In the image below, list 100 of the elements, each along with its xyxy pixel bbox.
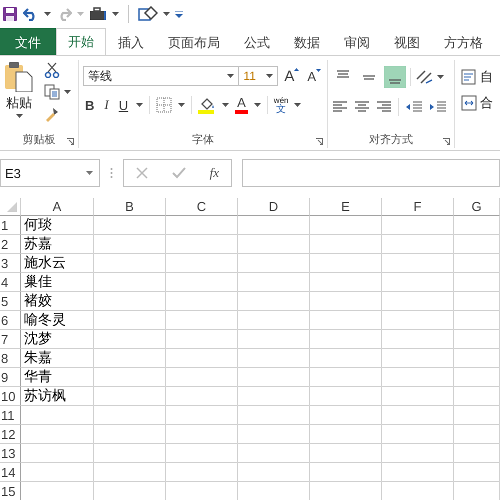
table-cell[interactable] xyxy=(166,349,238,368)
table-cell[interactable] xyxy=(166,368,238,387)
row-header[interactable]: 8 xyxy=(0,349,21,368)
table-cell[interactable] xyxy=(238,254,310,273)
enter-icon[interactable] xyxy=(172,167,186,179)
table-cell[interactable] xyxy=(454,368,500,387)
table-cell[interactable] xyxy=(310,216,382,235)
table-cell[interactable] xyxy=(238,463,310,482)
row-header[interactable]: 12 xyxy=(0,425,21,444)
table-cell[interactable] xyxy=(454,292,500,311)
table-cell[interactable] xyxy=(166,444,238,463)
table-cell[interactable] xyxy=(310,368,382,387)
table-cell[interactable] xyxy=(238,311,310,330)
shrink-font-button[interactable]: A xyxy=(305,68,323,84)
table-cell[interactable] xyxy=(94,444,166,463)
table-cell[interactable] xyxy=(382,387,454,406)
table-cell[interactable] xyxy=(238,330,310,349)
table-cell[interactable] xyxy=(382,444,454,463)
dialog-launcher-icon[interactable] xyxy=(316,138,323,145)
table-cell[interactable] xyxy=(454,425,500,444)
scissors-icon[interactable] xyxy=(44,62,60,78)
table-cell[interactable] xyxy=(94,406,166,425)
caret-icon[interactable] xyxy=(163,12,170,16)
table-cell[interactable] xyxy=(382,273,454,292)
file-tab[interactable]: 文件 xyxy=(0,28,56,55)
caret-icon[interactable] xyxy=(112,12,119,16)
column-header[interactable]: E xyxy=(310,198,382,216)
vertical-align-button[interactable] xyxy=(384,66,406,88)
formula-input[interactable] xyxy=(242,159,500,187)
table-cell[interactable] xyxy=(21,425,94,444)
table-cell[interactable] xyxy=(166,216,238,235)
phonetic-button[interactable]: wén 文 xyxy=(274,96,288,114)
table-cell[interactable] xyxy=(238,235,310,254)
table-cell[interactable] xyxy=(238,425,310,444)
insert-function-button[interactable]: fx xyxy=(210,165,220,181)
table-cell[interactable] xyxy=(310,292,382,311)
table-cell[interactable] xyxy=(454,273,500,292)
italic-button[interactable]: I xyxy=(102,97,111,113)
copy-icon[interactable] xyxy=(44,84,60,100)
table-cell[interactable] xyxy=(382,311,454,330)
table-cell[interactable] xyxy=(310,406,382,425)
bold-button[interactable]: B xyxy=(83,98,96,112)
table-cell[interactable] xyxy=(382,216,454,235)
save-icon[interactable] xyxy=(2,6,18,22)
format-painter-icon[interactable] xyxy=(44,106,60,122)
table-cell[interactable] xyxy=(454,254,500,273)
caret-icon[interactable] xyxy=(222,103,230,107)
table-cell[interactable] xyxy=(454,235,500,254)
ribbon-tab[interactable]: 插入 xyxy=(106,28,156,55)
table-cell[interactable] xyxy=(238,406,310,425)
table-cell[interactable] xyxy=(94,425,166,444)
table-cell[interactable] xyxy=(238,368,310,387)
caret-icon[interactable] xyxy=(16,114,22,118)
ribbon-tab[interactable]: 开始 xyxy=(56,28,106,55)
table-cell[interactable] xyxy=(94,292,166,311)
table-cell[interactable]: 朱嘉 xyxy=(21,349,94,368)
ribbon-tab[interactable]: 页面布局 xyxy=(156,28,232,55)
row-header[interactable]: 4 xyxy=(0,273,21,292)
customize-icon[interactable] xyxy=(175,10,183,18)
fill-color-icon[interactable] xyxy=(198,96,216,114)
borders-icon[interactable] xyxy=(156,97,172,113)
table-cell[interactable] xyxy=(166,406,238,425)
caret-icon[interactable] xyxy=(294,103,302,107)
column-header[interactable]: D xyxy=(238,198,310,216)
table-cell[interactable] xyxy=(310,444,382,463)
table-cell[interactable] xyxy=(166,387,238,406)
table-cell[interactable] xyxy=(166,311,238,330)
table-cell[interactable] xyxy=(94,387,166,406)
row-header[interactable]: 13 xyxy=(0,444,21,463)
table-cell[interactable]: 喻冬灵 xyxy=(21,311,94,330)
table-cell[interactable] xyxy=(166,425,238,444)
table-cell[interactable] xyxy=(382,406,454,425)
table-cell[interactable]: 苏嘉 xyxy=(21,235,94,254)
table-cell[interactable] xyxy=(94,330,166,349)
table-cell[interactable] xyxy=(382,254,454,273)
column-header[interactable]: F xyxy=(382,198,454,216)
table-cell[interactable] xyxy=(94,254,166,273)
table-cell[interactable] xyxy=(166,292,238,311)
table-cell[interactable] xyxy=(310,387,382,406)
table-cell[interactable] xyxy=(166,463,238,482)
table-cell[interactable]: 施水云 xyxy=(21,254,94,273)
select-all-icon[interactable] xyxy=(7,202,17,212)
table-cell[interactable] xyxy=(166,273,238,292)
row-header[interactable]: 11 xyxy=(0,406,21,425)
dialog-launcher-icon[interactable] xyxy=(67,138,74,145)
row-header[interactable]: 15 xyxy=(0,482,21,500)
table-cell[interactable] xyxy=(454,349,500,368)
table-cell[interactable]: 苏访枫 xyxy=(21,387,94,406)
row-header[interactable]: 14 xyxy=(0,463,21,482)
row-header[interactable]: 3 xyxy=(0,254,21,273)
caret-icon[interactable] xyxy=(254,103,261,107)
table-cell[interactable] xyxy=(238,349,310,368)
caret-icon[interactable] xyxy=(266,74,274,78)
table-cell[interactable] xyxy=(94,235,166,254)
wrap-text-button[interactable]: 自 xyxy=(461,68,493,86)
table-cell[interactable] xyxy=(238,273,310,292)
caret-icon[interactable] xyxy=(44,12,51,16)
row-header[interactable]: 1 xyxy=(0,216,21,235)
ribbon-tab[interactable]: 方方格 xyxy=(432,28,495,55)
column-header[interactable]: A xyxy=(21,198,94,216)
